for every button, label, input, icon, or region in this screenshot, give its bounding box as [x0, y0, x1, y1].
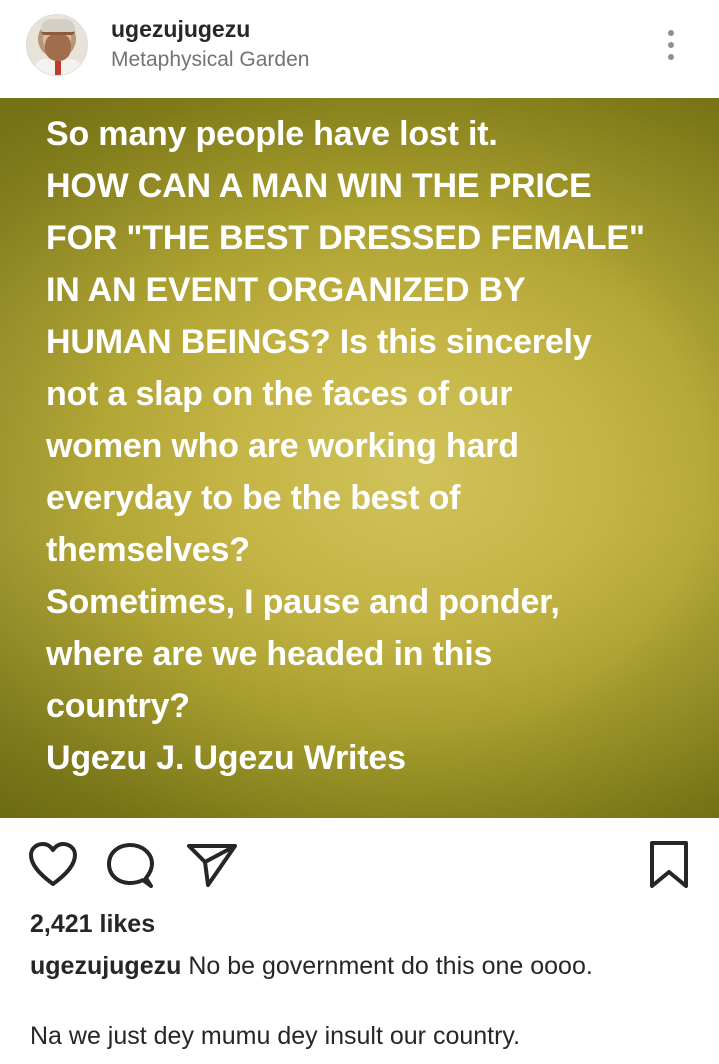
post-username[interactable]: ugezujugezu	[111, 16, 250, 43]
avatar-tie	[55, 61, 61, 75]
avatar[interactable]	[26, 14, 88, 76]
heart-icon[interactable]	[28, 842, 78, 888]
caption-continuation: Na we just dey mumu dey insult our count…	[30, 1022, 521, 1050]
comment-icon[interactable]	[106, 842, 154, 890]
send-icon[interactable]	[186, 842, 238, 888]
post-location[interactable]: Metaphysical Garden	[111, 48, 309, 72]
caption-text: No be government do this one oooo.	[188, 952, 593, 980]
avatar-cap	[41, 19, 75, 35]
post-image[interactable]: So many people have lost it. HOW CAN A M…	[0, 98, 719, 818]
bookmark-icon[interactable]	[648, 840, 690, 890]
post-image-text: So many people have lost it. HOW CAN A M…	[46, 115, 645, 777]
more-vertical-icon[interactable]	[660, 26, 682, 64]
avatar-face	[45, 33, 71, 61]
post-action-bar	[0, 818, 719, 908]
post-caption: ugezujugezu No be government do this one…	[30, 952, 593, 981]
like-count[interactable]: 2,421 likes	[30, 910, 155, 939]
post-header: ugezujugezu Metaphysical Garden	[0, 0, 719, 98]
caption-username[interactable]: ugezujugezu	[30, 952, 181, 980]
